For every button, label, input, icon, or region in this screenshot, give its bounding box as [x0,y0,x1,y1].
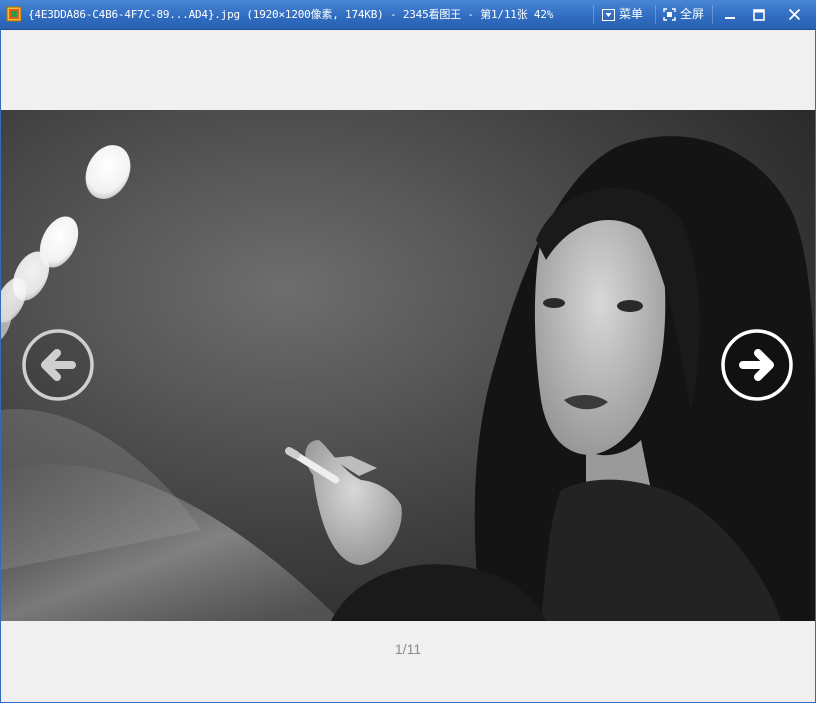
minimize-icon [725,16,735,19]
menu-label: 菜单 [619,7,644,21]
fullscreen-label: 全屏 [680,7,705,21]
title-bar[interactable]: {4E3DDA86-C4B6-4F7C-89...AD4}.jpg (1920×… [0,0,816,30]
title-separator [655,5,656,24]
prev-image-button[interactable] [21,328,95,402]
arrow-left-icon [22,329,94,401]
maximize-icon [753,8,765,21]
image-counter: 1/11 [394,641,422,657]
photo-canvas[interactable] [1,110,815,621]
fullscreen-icon [663,8,676,21]
next-image-button[interactable] [720,328,794,402]
close-button[interactable] [779,2,809,27]
menu-icon [602,8,615,21]
title-separator [712,5,713,24]
app-icon [6,6,22,22]
viewer-top-area [1,30,815,110]
maximize-button[interactable] [744,2,774,27]
arrow-right-icon [721,329,793,401]
window-title: {4E3DDA86-C4B6-4F7C-89...AD4}.jpg (1920×… [28,8,554,21]
photo-image [1,110,815,621]
close-icon [788,8,800,21]
menu-button[interactable]: 菜单 [602,3,643,26]
title-separator [593,5,594,24]
fullscreen-button[interactable]: 全屏 [663,3,704,26]
minimize-button[interactable] [715,2,745,27]
